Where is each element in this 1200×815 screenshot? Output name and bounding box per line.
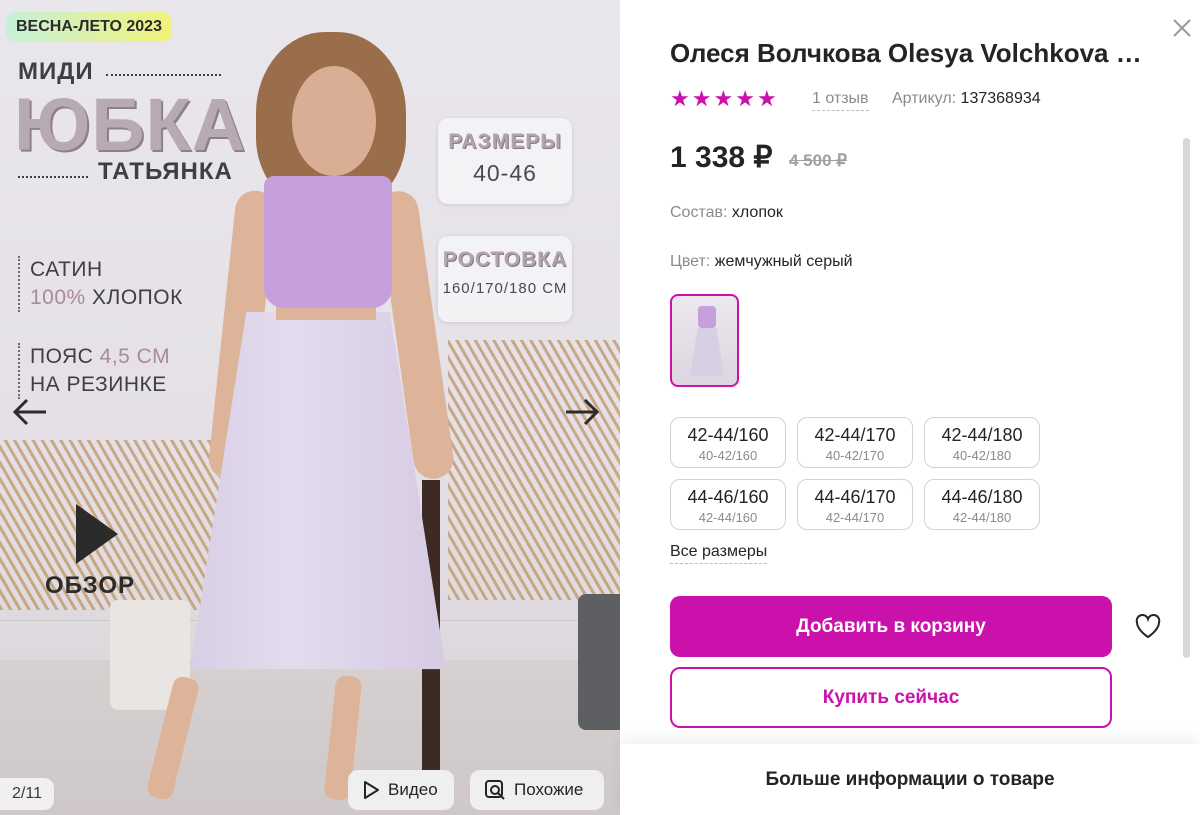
size-option[interactable]: 42-44/180 40-42/180 — [924, 417, 1040, 468]
size-option[interactable]: 44-46/180 42-44/180 — [924, 479, 1040, 530]
old-price: 4 500 ₽ — [789, 151, 848, 170]
current-price: 1 338 ₽ — [670, 141, 773, 174]
size-sub: 42-44/170 — [825, 510, 885, 525]
star-icon: ★ — [691, 86, 712, 111]
scrollbar[interactable] — [1183, 138, 1190, 658]
product-title: Олеся Волчкова Olesya Volchkova Юбка — [670, 38, 1160, 68]
size-option[interactable]: 44-46/160 42-44/160 — [670, 479, 786, 530]
feature-line: НА РЕЗИНКЕ — [30, 373, 167, 396]
video-icon — [364, 781, 379, 799]
sizes-card-value: 40-46 — [473, 160, 537, 186]
video-button-label: Видео — [388, 780, 438, 799]
add-to-cart-button[interactable]: Добавить в корзину — [670, 596, 1112, 657]
color-variant-thumbnail[interactable] — [670, 294, 739, 387]
composition: Состав: хлопок — [670, 204, 783, 222]
star-icon: ★ — [670, 86, 690, 111]
sizes-card: РАЗМЕРЫ 40-46 — [438, 118, 572, 204]
size-sub: 40-42/160 — [698, 448, 758, 463]
more-info-button[interactable]: Больше информации о товаре — [620, 744, 1200, 815]
size-main: 42-44/180 — [941, 425, 1023, 445]
dotted-divider — [106, 74, 221, 76]
height-card: РОСТОВКА 160/170/180 СМ — [438, 236, 572, 322]
size-main: 44-46/160 — [687, 487, 769, 507]
size-main: 44-46/180 — [941, 487, 1023, 507]
size-option[interactable]: 42-44/170 40-42/170 — [797, 417, 913, 468]
size-main: 42-44/160 — [687, 425, 769, 445]
pampas-grass-right — [448, 340, 620, 600]
size-main: 42-44/170 — [814, 425, 896, 445]
composition-value: хлопок — [731, 204, 783, 221]
similar-search-icon — [485, 780, 505, 800]
favorite-button[interactable] — [1132, 611, 1164, 641]
buy-now-button[interactable]: Купить сейчас — [670, 667, 1112, 728]
sizes-card-title: РАЗМЕРЫ — [448, 130, 562, 153]
feature-text: ХЛОПОК — [85, 286, 183, 309]
size-option[interactable]: 44-46/170 42-44/170 — [797, 479, 913, 530]
next-image-button[interactable] — [562, 392, 602, 432]
thumbnail-top — [698, 306, 716, 328]
video-button[interactable]: Видео — [348, 770, 454, 810]
article-value: 137368934 — [960, 90, 1041, 107]
size-selector: 42-44/160 40-42/160 42-44/170 40-42/170 42… — [670, 417, 1040, 530]
tatyanka-label: ТАТЬЯНКА — [98, 158, 233, 185]
season-badge: ВЕСНА-ЛЕТО 2023 — [6, 12, 172, 42]
feature-text: ПОЯС — [30, 345, 100, 368]
close-button[interactable] — [1168, 14, 1196, 42]
article-label: Артикул: — [892, 90, 957, 107]
composition-label: Состав: — [670, 204, 728, 221]
vase-right — [578, 594, 620, 730]
similar-button-label: Похожие — [514, 780, 584, 799]
feature-highlight: 4,5 СМ — [99, 345, 171, 368]
product-image-gallery[interactable]: ВЕСНА-ЛЕТО 2023 МИДИ ЮБКА ТАТЬЯНКА САТИН… — [0, 0, 620, 815]
size-sub: 42-44/160 — [698, 510, 758, 525]
size-option[interactable]: 42-44/160 40-42/160 — [670, 417, 786, 468]
color-label: Цвет: — [670, 253, 711, 270]
rating-stars: ★ ★ ★ ★ ★ — [670, 88, 777, 110]
close-icon — [1173, 19, 1191, 37]
skirt-headline: ЮБКА — [14, 83, 247, 166]
feature-line: САТИН — [30, 258, 103, 281]
color: Цвет: жемчужный серый — [670, 253, 853, 271]
model-face — [292, 66, 376, 176]
arrow-left-icon — [12, 398, 46, 426]
all-sizes-link[interactable]: Все размеры — [670, 543, 768, 564]
thumbnail-skirt — [690, 328, 724, 376]
model-crop-top — [264, 176, 392, 308]
size-sub: 40-42/170 — [825, 448, 885, 463]
similar-button[interactable]: Похожие — [470, 770, 604, 810]
color-value: жемчужный серый — [714, 253, 853, 270]
reviews-link[interactable]: 1 отзыв — [812, 90, 869, 111]
play-icon[interactable] — [76, 504, 118, 564]
size-sub: 42-44/180 — [952, 510, 1012, 525]
image-counter: 2/11 — [0, 778, 54, 810]
review-label: ОБЗОР — [45, 572, 135, 599]
prev-image-button[interactable] — [10, 392, 50, 432]
star-icon: ★ — [713, 86, 734, 111]
feature-fabric: САТИН 100% ХЛОПОК — [18, 256, 183, 312]
dotted-divider — [18, 176, 88, 178]
size-main: 44-46/170 — [814, 487, 896, 507]
feature-line: ПОЯС 4,5 СМ — [30, 343, 170, 371]
star-icon: ★ — [756, 86, 777, 111]
star-icon: ★ — [735, 86, 755, 111]
article-number: Артикул: 137368934 — [892, 90, 1041, 108]
height-card-title: РОСТОВКА — [442, 248, 568, 271]
feature-line: 100% ХЛОПОК — [30, 284, 183, 312]
arrow-right-icon — [566, 398, 600, 426]
feature-waistband: ПОЯС 4,5 СМ НА РЕЗИНКЕ — [18, 343, 170, 399]
product-modal: ВЕСНА-ЛЕТО 2023 МИДИ ЮБКА ТАТЬЯНКА САТИН… — [0, 0, 1200, 815]
size-sub: 40-42/180 — [952, 448, 1012, 463]
height-card-value: 160/170/180 СМ — [442, 280, 568, 297]
heart-icon — [1135, 613, 1161, 639]
feature-highlight: 100% — [30, 286, 86, 309]
